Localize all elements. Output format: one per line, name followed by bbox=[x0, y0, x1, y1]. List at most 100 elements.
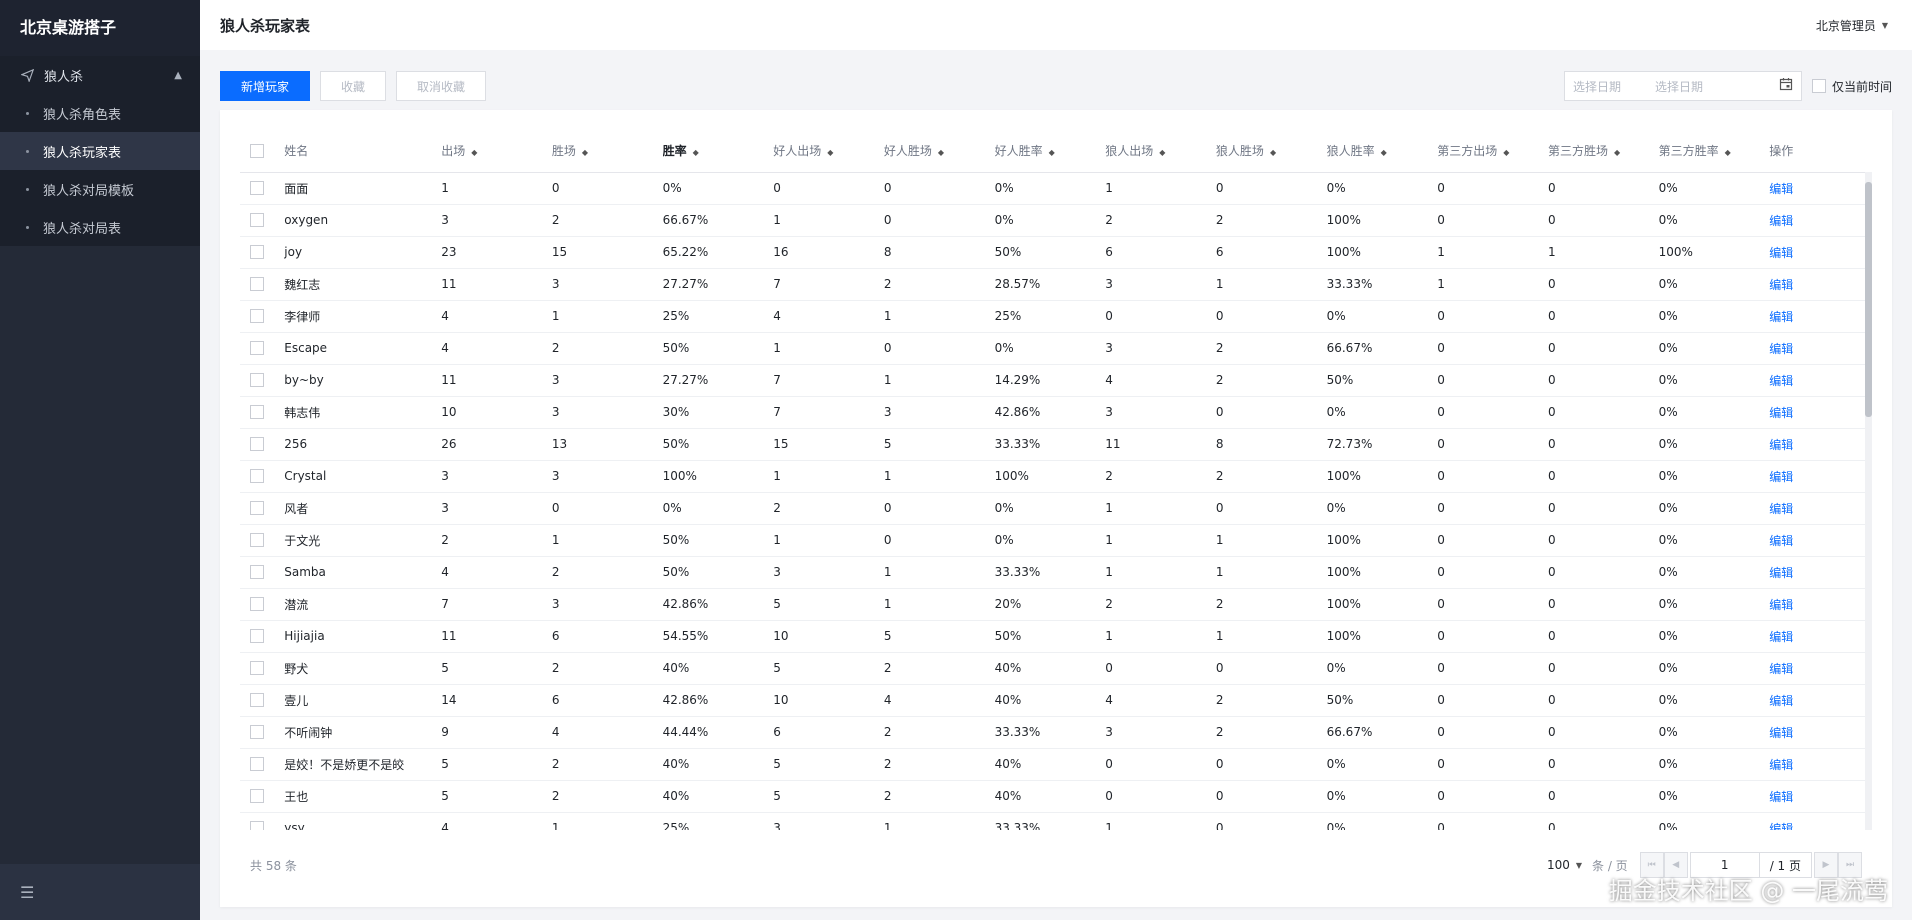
row-checkbox[interactable] bbox=[250, 597, 264, 612]
page-size-select[interactable]: 100 ▼ bbox=[1547, 858, 1582, 872]
row-checkbox[interactable] bbox=[250, 725, 264, 740]
row-checkbox[interactable] bbox=[250, 757, 264, 772]
row-checkbox[interactable] bbox=[250, 245, 264, 260]
sort-icon[interactable]: ◆ bbox=[938, 148, 944, 157]
table-cell: 27.27% bbox=[662, 364, 774, 397]
table-cell: 8 bbox=[883, 236, 995, 269]
column-header[interactable]: 好人胜场 ◆ bbox=[883, 130, 995, 173]
edit-link[interactable]: 编辑 bbox=[1769, 182, 1793, 196]
sort-icon[interactable]: ◆ bbox=[1614, 148, 1620, 157]
sort-icon[interactable]: ◆ bbox=[827, 148, 833, 157]
scrollbar-thumb[interactable] bbox=[1865, 182, 1872, 417]
row-checkbox[interactable] bbox=[250, 533, 264, 548]
table-cell: 0 bbox=[1215, 300, 1327, 333]
table-cell: 6 bbox=[773, 716, 884, 749]
column-header[interactable]: 狼人胜场 ◆ bbox=[1215, 130, 1327, 173]
user-menu[interactable]: 北京管理员 ▼ bbox=[1816, 17, 1888, 34]
table-cell: 2 bbox=[883, 716, 995, 749]
row-checkbox[interactable] bbox=[250, 213, 264, 228]
edit-link[interactable]: 编辑 bbox=[1769, 374, 1793, 388]
sort-icon[interactable]: ◆ bbox=[693, 148, 699, 157]
table-cell: 2 bbox=[551, 780, 663, 813]
only-current-time-label: 仅当前时间 bbox=[1831, 79, 1892, 94]
table-cell: 0 bbox=[1437, 428, 1548, 461]
sort-icon[interactable]: ◆ bbox=[582, 148, 588, 157]
edit-link[interactable]: 编辑 bbox=[1769, 566, 1793, 580]
edit-link[interactable]: 编辑 bbox=[1769, 342, 1793, 356]
edit-link[interactable]: 编辑 bbox=[1769, 438, 1793, 452]
row-checkbox[interactable] bbox=[250, 277, 264, 292]
column-header[interactable]: 第三方出场 ◆ bbox=[1437, 130, 1548, 173]
toolbar: 新增玩家 收藏 取消收藏 选择日期 选择日期 仅当前时间 bbox=[220, 70, 1892, 102]
row-checkbox[interactable] bbox=[250, 437, 264, 452]
edit-link[interactable]: 编辑 bbox=[1769, 822, 1793, 831]
row-checkbox[interactable] bbox=[250, 565, 264, 580]
row-checkbox[interactable] bbox=[250, 501, 264, 516]
edit-link[interactable]: 编辑 bbox=[1769, 278, 1793, 292]
edit-link[interactable]: 编辑 bbox=[1769, 694, 1793, 708]
edit-link[interactable]: 编辑 bbox=[1769, 630, 1793, 644]
table-cell: 7 bbox=[441, 588, 552, 621]
column-header[interactable]: 胜场 ◆ bbox=[551, 130, 663, 173]
row-checkbox[interactable] bbox=[250, 341, 264, 356]
column-header[interactable]: 好人胜率 ◆ bbox=[994, 130, 1106, 173]
edit-link[interactable]: 编辑 bbox=[1769, 534, 1793, 548]
sort-icon[interactable]: ◆ bbox=[1049, 148, 1055, 157]
table-scrollbar[interactable] bbox=[1865, 172, 1872, 830]
row-select-cell bbox=[240, 620, 285, 653]
column-header-label: 操作 bbox=[1769, 144, 1794, 159]
edit-link[interactable]: 编辑 bbox=[1769, 502, 1793, 516]
select-all-checkbox[interactable] bbox=[250, 144, 264, 158]
add-player-button[interactable]: 新增玩家 bbox=[220, 71, 311, 101]
favorite-button[interactable]: 收藏 bbox=[320, 71, 387, 101]
table-cell: 0 bbox=[1437, 684, 1548, 717]
column-header[interactable]: 狼人出场 ◆ bbox=[1105, 130, 1216, 173]
sort-icon[interactable]: ◆ bbox=[1381, 148, 1387, 157]
row-checkbox[interactable] bbox=[250, 821, 264, 830]
edit-link[interactable]: 编辑 bbox=[1769, 470, 1793, 484]
sort-icon[interactable]: ◆ bbox=[1503, 148, 1509, 157]
unfavorite-button[interactable]: 取消收藏 bbox=[396, 71, 487, 101]
row-checkbox[interactable] bbox=[250, 629, 264, 644]
edit-link[interactable]: 编辑 bbox=[1769, 662, 1793, 676]
sidebar-item-templates[interactable]: 狼人杀对局模板 bbox=[0, 170, 200, 208]
sort-icon[interactable]: ◆ bbox=[1725, 148, 1731, 157]
sort-icon[interactable]: ◆ bbox=[1159, 148, 1165, 157]
collapse-menu-icon[interactable]: ☰ bbox=[20, 883, 34, 902]
edit-link[interactable]: 编辑 bbox=[1769, 214, 1793, 228]
sidebar-item-roles[interactable]: 狼人杀角色表 bbox=[0, 94, 200, 132]
sidebar-item-matches[interactable]: 狼人杀对局表 bbox=[0, 208, 200, 246]
edit-link[interactable]: 编辑 bbox=[1769, 406, 1793, 420]
column-header[interactable]: 狼人胜率 ◆ bbox=[1326, 130, 1438, 173]
sort-icon[interactable]: ◆ bbox=[1270, 148, 1276, 157]
column-header[interactable]: 出场 ◆ bbox=[441, 130, 552, 173]
row-checkbox[interactable] bbox=[250, 469, 264, 484]
row-checkbox[interactable] bbox=[250, 661, 264, 676]
column-header[interactable]: 胜率 ◆ bbox=[662, 130, 774, 173]
edit-link[interactable]: 编辑 bbox=[1769, 790, 1793, 804]
row-checkbox[interactable] bbox=[250, 309, 264, 324]
sort-icon[interactable]: ◆ bbox=[471, 148, 477, 157]
sidebar-item-players[interactable]: 狼人杀玩家表 bbox=[0, 132, 200, 170]
edit-link[interactable]: 编辑 bbox=[1769, 726, 1793, 740]
date-range-picker[interactable]: 选择日期 选择日期 bbox=[1563, 71, 1802, 101]
edit-link[interactable]: 编辑 bbox=[1769, 310, 1793, 324]
only-current-time-checkbox[interactable]: 仅当前时间 bbox=[1811, 78, 1892, 95]
edit-link[interactable]: 编辑 bbox=[1769, 246, 1793, 260]
table-cell: 0% bbox=[994, 204, 1106, 237]
table-cell: 0 bbox=[1547, 364, 1659, 397]
row-checkbox[interactable] bbox=[250, 789, 264, 804]
checkbox[interactable] bbox=[1811, 79, 1826, 93]
menu-group-title[interactable]: 狼人杀 ▲ bbox=[0, 56, 200, 94]
table-cell: 0 bbox=[1547, 300, 1659, 333]
row-checkbox[interactable] bbox=[250, 693, 264, 708]
table-cell: 1 bbox=[1105, 620, 1216, 653]
row-checkbox[interactable] bbox=[250, 181, 264, 196]
edit-link[interactable]: 编辑 bbox=[1769, 598, 1793, 612]
column-header[interactable]: 第三方胜率 ◆ bbox=[1658, 130, 1770, 173]
row-checkbox[interactable] bbox=[250, 405, 264, 420]
row-checkbox[interactable] bbox=[250, 373, 264, 388]
column-header[interactable]: 第三方胜场 ◆ bbox=[1547, 130, 1659, 173]
column-header[interactable]: 好人出场 ◆ bbox=[773, 130, 884, 173]
edit-link[interactable]: 编辑 bbox=[1769, 758, 1793, 772]
